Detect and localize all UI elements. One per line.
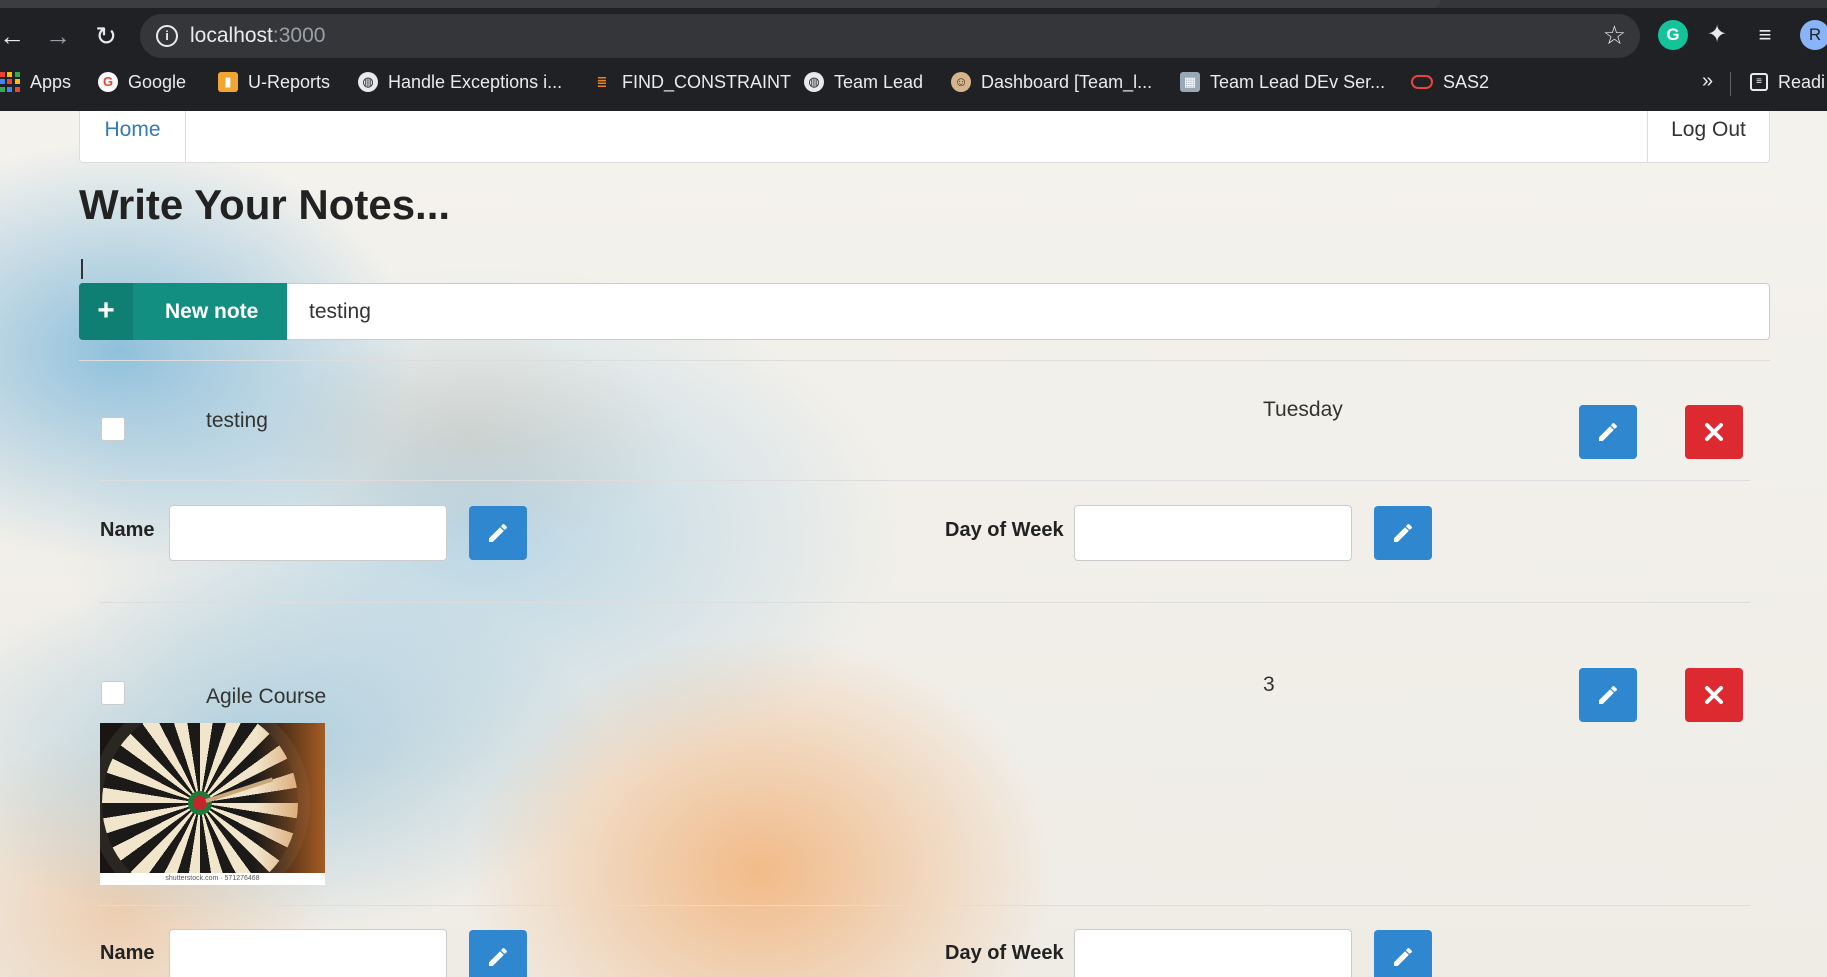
apps-grid-icon xyxy=(0,72,20,92)
jenkins-icon: ☺ xyxy=(951,72,971,92)
media-queue-icon[interactable]: ≡ xyxy=(1750,20,1780,50)
google-icon: G xyxy=(98,72,118,92)
bookmark-star-icon[interactable]: ☆ xyxy=(1603,20,1626,51)
new-note-button[interactable]: + New note xyxy=(79,283,287,340)
back-icon[interactable]: ← xyxy=(0,18,30,54)
oracle-icon xyxy=(1411,75,1433,89)
image-caption: shutterstock.com · 571276468 xyxy=(100,873,325,885)
reading-list-icon: ≡ xyxy=(1750,73,1768,91)
note-text: testing xyxy=(206,409,268,432)
bookmarks-bar: Apps G Google ▮ U-Reports ◍ Handle Excep… xyxy=(0,66,1827,98)
nav-home-link[interactable]: Home xyxy=(80,111,186,162)
pencil-icon xyxy=(489,948,507,966)
pencil-icon xyxy=(1599,686,1617,704)
bookmark-sas2[interactable]: SAS2 xyxy=(1411,69,1489,95)
url-text[interactable]: localhost:3000 xyxy=(190,24,325,48)
active-tab[interactable] xyxy=(0,0,1440,8)
tab-strip xyxy=(0,0,1827,8)
save-day-button[interactable] xyxy=(1374,506,1432,560)
profile-avatar[interactable]: R xyxy=(1800,20,1827,50)
text-cursor xyxy=(81,259,83,279)
url-host: localhost xyxy=(190,24,273,47)
image-glow xyxy=(255,723,325,885)
bookmark-label: Handle Exceptions i... xyxy=(388,71,563,92)
grammarly-icon[interactable]: G xyxy=(1658,20,1688,50)
bookmark-label: U-Reports xyxy=(248,71,331,92)
plus-icon: + xyxy=(79,283,133,340)
bookmark-team-lead[interactable]: ◍ Team Lead xyxy=(804,69,923,95)
pencil-icon xyxy=(489,524,507,542)
note-checkbox[interactable] xyxy=(101,681,125,705)
bookmark-handle-exceptions[interactable]: ◍ Handle Exceptions i... xyxy=(358,69,562,95)
new-note-input[interactable] xyxy=(287,283,1770,340)
pencil-icon xyxy=(1599,423,1617,441)
reload-icon[interactable]: ↻ xyxy=(88,18,124,54)
pencil-icon xyxy=(1394,948,1412,966)
bookmark-team-lead-dev[interactable]: ▦ Team Lead DEv Ser... xyxy=(1180,69,1385,95)
bookmark-label: SAS2 xyxy=(1443,71,1490,92)
extensions-icon[interactable]: ✦ xyxy=(1702,20,1732,50)
note-text: Agile Course xyxy=(206,685,327,708)
forward-icon[interactable]: → xyxy=(40,18,76,54)
note-day: 3 xyxy=(1263,673,1275,696)
server-icon: ▦ xyxy=(1180,72,1200,92)
reading-list-label: Readi xyxy=(1778,71,1826,92)
bookmark-label: Dashboard [Team_l... xyxy=(981,71,1153,92)
stackoverflow-icon: ≣ xyxy=(596,74,608,89)
save-day-button[interactable] xyxy=(1374,930,1432,977)
name-label: Name xyxy=(100,942,155,964)
page-title: Write Your Notes... xyxy=(79,181,451,228)
divider xyxy=(99,905,1750,906)
bookmark-label: Team Lead xyxy=(834,71,924,92)
new-note-label: New note xyxy=(165,300,259,323)
browser-chrome: ← → ↻ i localhost:3000 ☆ G ✦ ≡ R Apps G … xyxy=(0,0,1827,111)
bookmark-dashboard[interactable]: ☺ Dashboard [Team_l... xyxy=(951,69,1152,95)
more-bookmarks-button[interactable]: » xyxy=(1702,70,1713,93)
reports-icon: ▮ xyxy=(218,72,238,92)
bookmark-apps[interactable]: Apps xyxy=(0,69,71,95)
bookmarks-divider xyxy=(1730,72,1731,96)
name-label: Name xyxy=(100,519,155,541)
bookmark-u-reports[interactable]: ▮ U-Reports xyxy=(218,69,330,95)
page-viewport: Home Log Out Write Your Notes... + New n… xyxy=(0,111,1827,977)
nav-logout-link[interactable]: Log Out xyxy=(1647,111,1769,162)
name-input[interactable] xyxy=(169,505,447,561)
name-input[interactable] xyxy=(169,929,447,977)
url-port: :3000 xyxy=(272,24,326,47)
app-navbar: Home Log Out xyxy=(79,111,1770,163)
save-name-button[interactable] xyxy=(469,930,527,977)
delete-note-button[interactable] xyxy=(1685,405,1743,459)
day-of-week-label: Day of Week xyxy=(945,519,1064,541)
bookmark-label: Apps xyxy=(30,71,72,92)
note-checkbox[interactable] xyxy=(101,417,125,441)
bullseye xyxy=(188,791,212,815)
close-icon xyxy=(1705,423,1723,441)
note-image-dartboard: shutterstock.com · 571276468 xyxy=(100,723,325,885)
bookmark-label: FIND_CONSTRAINT xyxy=(622,71,792,92)
delete-note-button[interactable] xyxy=(1685,668,1743,722)
bookmark-google[interactable]: G Google xyxy=(98,69,186,95)
divider xyxy=(79,360,1770,361)
new-note-bar: + New note xyxy=(79,283,1770,340)
note-day: Tuesday xyxy=(1263,398,1343,421)
address-bar[interactable]: i localhost:3000 ☆ xyxy=(140,14,1640,58)
save-name-button[interactable] xyxy=(469,506,527,560)
day-of-week-input[interactable] xyxy=(1074,929,1352,977)
bookmark-find-constraint[interactable]: ≣ FIND_CONSTRAINT xyxy=(592,69,791,95)
globe-icon: ◍ xyxy=(804,72,824,92)
close-icon xyxy=(1705,686,1723,704)
bookmark-label: Team Lead DEv Ser... xyxy=(1210,71,1386,92)
site-info-icon[interactable]: i xyxy=(156,25,178,47)
edit-note-button[interactable] xyxy=(1579,405,1637,459)
day-of-week-label: Day of Week xyxy=(945,942,1064,964)
globe-icon: ◍ xyxy=(358,72,378,92)
pencil-icon xyxy=(1394,524,1412,542)
day-of-week-input[interactable] xyxy=(1074,505,1352,561)
divider xyxy=(99,480,1750,481)
edit-note-button[interactable] xyxy=(1579,668,1637,722)
divider xyxy=(99,602,1750,603)
bookmark-label: Google xyxy=(128,71,187,92)
browser-toolbar: ← → ↻ i localhost:3000 ☆ G ✦ ≡ R xyxy=(0,12,1827,58)
reading-list-button[interactable]: ≡ Readi xyxy=(1750,69,1825,95)
